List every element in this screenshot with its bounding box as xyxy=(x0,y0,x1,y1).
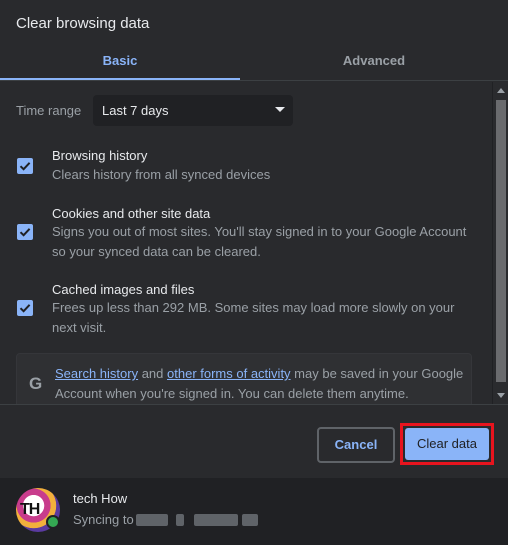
google-g-icon: G xyxy=(29,374,43,393)
browsing-history-description: Clears history from all synced devices xyxy=(52,167,271,182)
redacted-email xyxy=(176,514,184,526)
cached-images-checkbox[interactable] xyxy=(17,300,33,316)
scroll-thumb[interactable] xyxy=(496,100,506,382)
basic-panel: Time range Last 7 days Browsing history … xyxy=(0,82,492,404)
search-history-link[interactable]: Search history xyxy=(55,366,138,381)
cancel-button[interactable]: Cancel xyxy=(317,427,395,463)
dialog-title: Clear browsing data xyxy=(16,15,150,32)
notice-text-part: and xyxy=(138,366,168,381)
cached-images-description: Frees up less than 292 MB. Some sites ma… xyxy=(52,300,455,335)
tab-bar: Basic Advanced xyxy=(0,44,508,81)
checkmark-icon xyxy=(19,228,31,237)
time-range-label: Time range xyxy=(16,103,82,118)
tab-advanced[interactable]: Advanced xyxy=(254,44,494,80)
cookies-description: Signs you out of most sites. You'll stay… xyxy=(52,224,467,259)
sync-badge-icon xyxy=(46,515,60,529)
divider xyxy=(0,404,508,405)
scroll-down-arrow-icon[interactable] xyxy=(497,393,505,398)
account-name: tech How xyxy=(73,491,128,506)
redacted-email xyxy=(242,514,258,526)
browsing-history-checkbox[interactable] xyxy=(17,158,33,174)
time-range-select[interactable]: Last 7 days xyxy=(93,95,293,126)
checkmark-icon xyxy=(19,162,31,171)
time-range-value: Last 7 days xyxy=(102,103,169,118)
cookies-checkbox[interactable] xyxy=(17,224,33,240)
cached-images-title: Cached images and files xyxy=(52,282,195,297)
cookies-title: Cookies and other site data xyxy=(52,206,211,221)
scroll-up-arrow-icon[interactable] xyxy=(497,88,505,93)
google-activity-notice: G Search history and other forms of acti… xyxy=(16,353,472,404)
other-activity-link[interactable]: other forms of activity xyxy=(167,366,291,381)
dropdown-arrow-icon xyxy=(275,107,285,112)
browsing-history-title: Browsing history xyxy=(52,148,148,163)
clear-data-button[interactable]: Clear data xyxy=(405,428,489,460)
notice-text: Search history and other forms of activi… xyxy=(55,364,465,404)
redacted-email xyxy=(136,514,168,526)
scrollbar[interactable] xyxy=(492,82,508,404)
avatar-letters: TH xyxy=(20,501,40,518)
checkmark-icon xyxy=(19,304,31,313)
redacted-email xyxy=(194,514,238,526)
tab-basic[interactable]: Basic xyxy=(0,44,240,80)
account-footer: TH tech How Syncing to xyxy=(0,478,508,545)
sync-status: Syncing to xyxy=(73,512,134,527)
